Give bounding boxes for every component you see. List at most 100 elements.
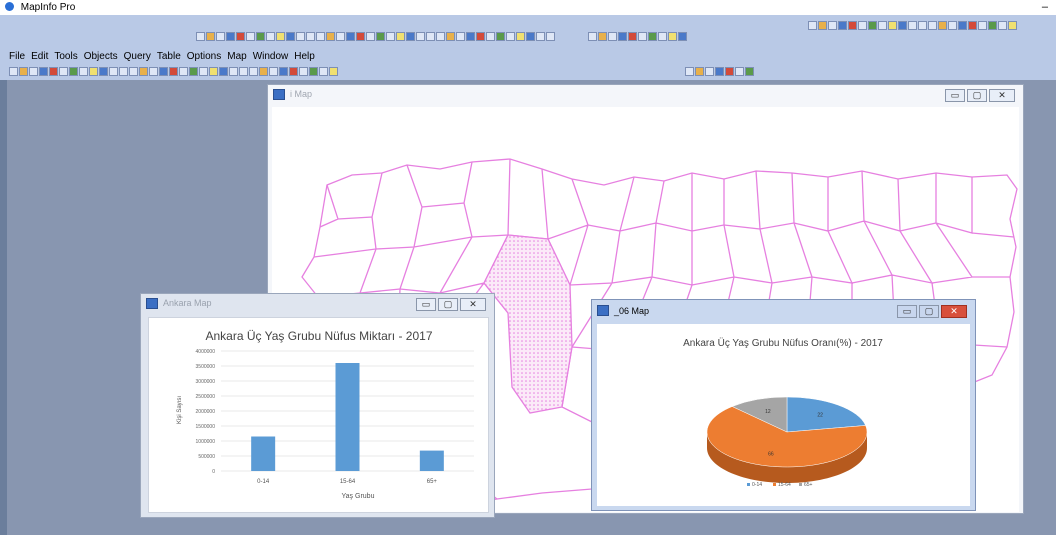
map-tool-button-icon[interactable] <box>715 67 724 76</box>
standard-tool-button-icon[interactable] <box>29 67 38 76</box>
map-tool-button-icon[interactable] <box>725 67 734 76</box>
standard-tool-button-icon[interactable] <box>199 67 208 76</box>
main-tool-button-icon[interactable] <box>316 32 325 41</box>
main-tool-button-icon[interactable] <box>236 32 245 41</box>
main-tool-button-icon[interactable] <box>296 32 305 41</box>
main-tool-button-icon[interactable] <box>326 32 335 41</box>
tools-tool-button-icon[interactable] <box>908 21 917 30</box>
app-minimize-button[interactable]: – <box>1042 0 1048 15</box>
pie-map-titlebar[interactable]: _06 Map ▭ ▢ ✕ <box>592 300 975 322</box>
main-tool-button-icon[interactable] <box>336 32 345 41</box>
maximize-button[interactable]: ▢ <box>438 298 458 311</box>
main-tool-button-icon[interactable] <box>226 32 235 41</box>
tools-tool-button-icon[interactable] <box>958 21 967 30</box>
menu-window[interactable]: Window <box>253 51 289 62</box>
main-tool-button-icon[interactable] <box>466 32 475 41</box>
menu-edit[interactable]: Edit <box>31 51 48 62</box>
menu-options[interactable]: Options <box>187 51 221 62</box>
main-tool-button-icon[interactable] <box>286 32 295 41</box>
standard-tool-button-icon[interactable] <box>39 67 48 76</box>
main-tool-button-icon[interactable] <box>486 32 495 41</box>
tools-tool-button-icon[interactable] <box>848 21 857 30</box>
tools-tool-button-icon[interactable] <box>888 21 897 30</box>
main-tool-button-icon[interactable] <box>436 32 445 41</box>
main-tool-button-icon[interactable] <box>446 32 455 41</box>
tools-tool-button-icon[interactable] <box>868 21 877 30</box>
map-tool-button-icon[interactable] <box>735 67 744 76</box>
main-tool-button-icon[interactable] <box>376 32 385 41</box>
standard-tool-button-icon[interactable] <box>179 67 188 76</box>
main-tool-button-icon[interactable] <box>406 32 415 41</box>
main-tool-button-icon[interactable] <box>276 32 285 41</box>
standard-tool-button-icon[interactable] <box>259 67 268 76</box>
main-tool-button-icon[interactable] <box>206 32 215 41</box>
main-map-titlebar[interactable]: i Map ▭ ▢ ✕ <box>268 85 1023 105</box>
tools-tool-button-icon[interactable] <box>878 21 887 30</box>
main-tool-button-icon[interactable] <box>426 32 435 41</box>
ankara-province-highlight[interactable] <box>483 234 573 414</box>
tools-tool-button-icon[interactable] <box>828 21 837 30</box>
standard-tool-button-icon[interactable] <box>159 67 168 76</box>
menu-table[interactable]: Table <box>157 51 181 62</box>
main-tool-button-icon[interactable] <box>396 32 405 41</box>
tools-tool-button-icon[interactable] <box>858 21 867 30</box>
standard-tool-button-icon[interactable] <box>279 67 288 76</box>
standard-tool-button-icon[interactable] <box>229 67 238 76</box>
standard-tool-button-icon[interactable] <box>239 67 248 76</box>
menu-help[interactable]: Help <box>294 51 315 62</box>
main-tool-button-icon[interactable] <box>526 32 535 41</box>
map-tool-button-icon[interactable] <box>705 67 714 76</box>
close-button[interactable]: ✕ <box>941 305 967 318</box>
standard-tool-button-icon[interactable] <box>209 67 218 76</box>
tools-tool-button-icon[interactable] <box>918 21 927 30</box>
main-tool-button-icon[interactable] <box>346 32 355 41</box>
draw-tool-button-icon[interactable] <box>628 32 637 41</box>
standard-tool-button-icon[interactable] <box>249 67 258 76</box>
main-tool-button-icon[interactable] <box>216 32 225 41</box>
menu-file[interactable]: File <box>9 51 25 62</box>
tools-tool-button-icon[interactable] <box>968 21 977 30</box>
main-tool-button-icon[interactable] <box>356 32 365 41</box>
draw-tool-button-icon[interactable] <box>588 32 597 41</box>
standard-tool-button-icon[interactable] <box>189 67 198 76</box>
main-tool-button-icon[interactable] <box>456 32 465 41</box>
tools-tool-button-icon[interactable] <box>938 21 947 30</box>
menu-query[interactable]: Query <box>124 51 151 62</box>
tools-tool-button-icon[interactable] <box>978 21 987 30</box>
standard-tool-button-icon[interactable] <box>9 67 18 76</box>
main-tool-button-icon[interactable] <box>366 32 375 41</box>
standard-tool-button-icon[interactable] <box>89 67 98 76</box>
draw-tool-button-icon[interactable] <box>648 32 657 41</box>
map-tool-button-icon[interactable] <box>685 67 694 76</box>
tools-tool-button-icon[interactable] <box>988 21 997 30</box>
main-tool-button-icon[interactable] <box>386 32 395 41</box>
standard-tool-button-icon[interactable] <box>139 67 148 76</box>
standard-tool-button-icon[interactable] <box>19 67 28 76</box>
menu-objects[interactable]: Objects <box>84 51 118 62</box>
maximize-button[interactable]: ▢ <box>919 305 939 318</box>
minimize-button[interactable]: ▭ <box>416 298 436 311</box>
tools-tool-button-icon[interactable] <box>998 21 1007 30</box>
maximize-button[interactable]: ▢ <box>967 89 987 102</box>
draw-tool-button-icon[interactable] <box>638 32 647 41</box>
standard-tool-button-icon[interactable] <box>219 67 228 76</box>
draw-tool-button-icon[interactable] <box>608 32 617 41</box>
main-tool-button-icon[interactable] <box>246 32 255 41</box>
tools-tool-button-icon[interactable] <box>928 21 937 30</box>
standard-tool-button-icon[interactable] <box>99 67 108 76</box>
draw-tool-button-icon[interactable] <box>598 32 607 41</box>
draw-tool-button-icon[interactable] <box>618 32 627 41</box>
standard-tool-button-icon[interactable] <box>299 67 308 76</box>
main-tool-button-icon[interactable] <box>476 32 485 41</box>
standard-tool-button-icon[interactable] <box>49 67 58 76</box>
tools-tool-button-icon[interactable] <box>838 21 847 30</box>
main-tool-button-icon[interactable] <box>536 32 545 41</box>
standard-tool-button-icon[interactable] <box>69 67 78 76</box>
main-tool-button-icon[interactable] <box>256 32 265 41</box>
standard-tool-button-icon[interactable] <box>309 67 318 76</box>
standard-tool-button-icon[interactable] <box>269 67 278 76</box>
minimize-button[interactable]: ▭ <box>897 305 917 318</box>
standard-tool-button-icon[interactable] <box>149 67 158 76</box>
standard-tool-button-icon[interactable] <box>169 67 178 76</box>
tools-tool-button-icon[interactable] <box>948 21 957 30</box>
